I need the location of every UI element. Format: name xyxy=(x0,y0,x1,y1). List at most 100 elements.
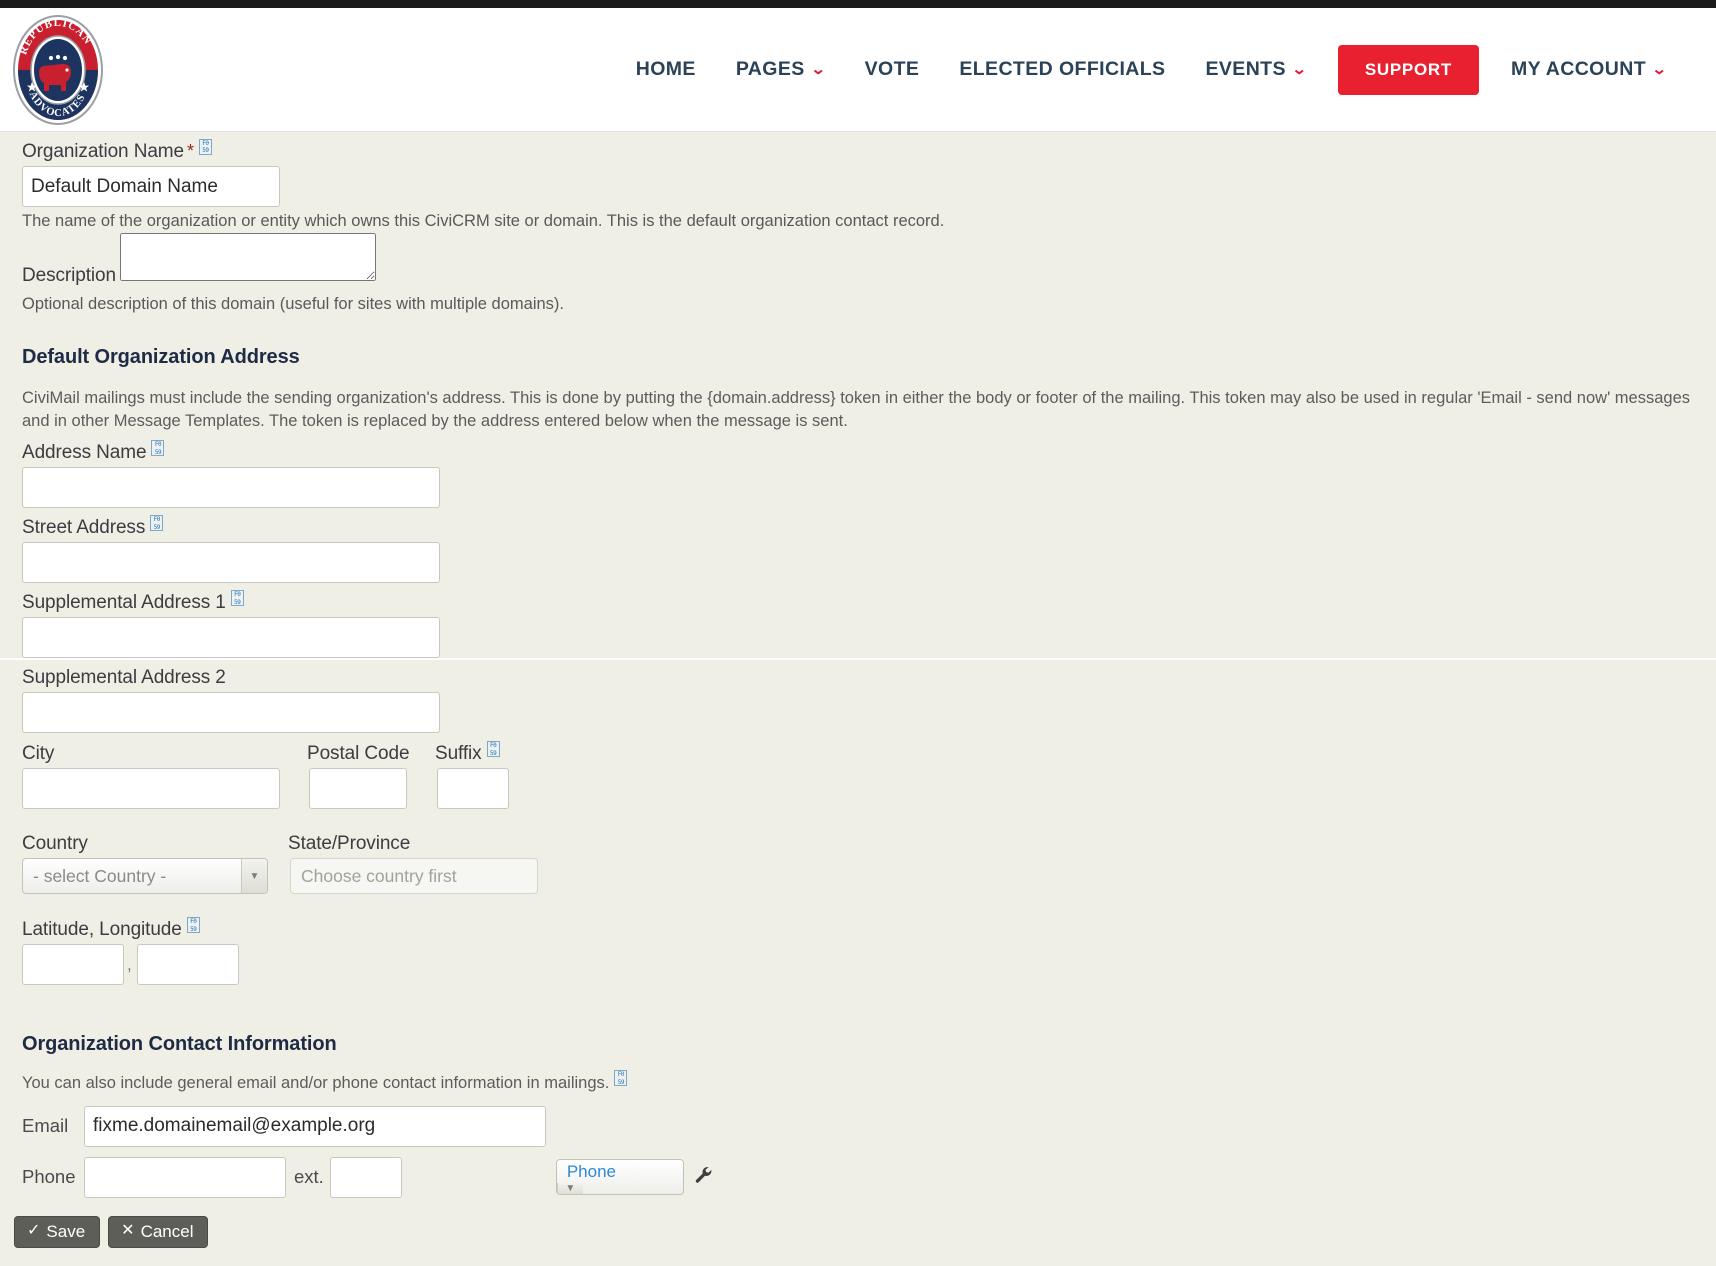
street-address-label: Street Address F0 59 xyxy=(14,509,164,542)
label-text: Address Name xyxy=(22,442,147,464)
nav-item-events[interactable]: EVENTS ⌄ xyxy=(1185,48,1325,91)
field-description: Description Optional description of this… xyxy=(14,232,1702,315)
nav-label: VOTE xyxy=(864,58,920,80)
description-label: Description xyxy=(22,265,116,287)
geo-inputs: , xyxy=(14,944,1702,986)
nav-label: MY ACCOUNT xyxy=(1510,58,1647,80)
organization-contact-information-heading: Organization Contact Information xyxy=(22,1033,337,1056)
organization-name-label: Organization Name * F0 59 xyxy=(14,133,212,166)
nav-item-home[interactable]: HOME xyxy=(616,48,716,91)
field-city: City xyxy=(14,737,301,810)
question-circle-icon[interactable]: F0 59 xyxy=(198,139,212,155)
phone-label: Phone xyxy=(22,1166,76,1188)
field-street-address: Street Address F0 59 xyxy=(14,508,1702,584)
field-postal-suffix: Suffix F0 59 xyxy=(429,735,509,810)
question-circle-icon[interactable]: F0 59 xyxy=(230,590,244,607)
postal-suffix-label: Suffix F0 59 xyxy=(429,735,509,768)
site-logo[interactable]: REPUBLICAN ADVOCATES xyxy=(12,14,104,126)
chevron-down-icon: ⌄ xyxy=(1291,61,1308,78)
chevron-down-icon: ⌄ xyxy=(810,61,827,78)
cancel-button-label: Cancel xyxy=(140,1221,194,1241)
nav-item-my-account[interactable]: MY ACCOUNT ⌄ xyxy=(1491,48,1686,91)
organization-name-help-text: The name of the organization or entity w… xyxy=(22,212,945,230)
chevron-down-icon: ⌄ xyxy=(1651,61,1668,78)
save-button[interactable]: ✓ Save xyxy=(14,1215,101,1248)
question-circle-icon[interactable]: F0 59 xyxy=(186,917,200,934)
phone-type-value: Phone xyxy=(566,1161,616,1181)
field-state-province: State/Province Choose country first xyxy=(282,827,538,895)
state-province-select[interactable]: Choose country first xyxy=(290,858,538,895)
phone-extension-input[interactable] xyxy=(329,1156,402,1198)
country-select-value: - select Country - xyxy=(33,865,167,886)
label-text: Organization Name xyxy=(22,141,184,162)
nav-item-pages[interactable]: PAGES ⌄ xyxy=(716,48,845,91)
postal-code-label: Postal Code xyxy=(307,743,410,765)
email-label: Email xyxy=(22,1115,69,1137)
longitude-input[interactable] xyxy=(136,944,239,986)
nav-label: EVENTS xyxy=(1205,58,1286,80)
contact-help-text: You can also include general email and/o… xyxy=(22,1074,610,1093)
question-circle-icon[interactable]: F0 59 xyxy=(150,515,164,532)
required-asterisk: * xyxy=(187,141,194,161)
street-address-input[interactable] xyxy=(22,542,440,584)
city-postal-suffix-row: City Postal Code Suffix F0 59 xyxy=(14,735,1702,810)
organization-name-input[interactable] xyxy=(22,166,280,207)
supplemental-address-1-label: Supplemental Address 1 F0 59 xyxy=(14,584,244,617)
field-latitude-longitude: Latitude, Longitude F0 59 , xyxy=(14,910,1702,986)
site-header: REPUBLICAN ADVOCATES HOME PAGES ⌄ VOTE E… xyxy=(0,8,1716,132)
label-text: Latitude, Longitude xyxy=(22,919,182,941)
field-country: Country - select Country - ▼ xyxy=(14,827,282,895)
latitude-longitude-label: Latitude, Longitude F0 59 xyxy=(14,911,200,944)
default-organization-address-heading: Default Organization Address xyxy=(22,345,300,368)
cancel-button[interactable]: ✕ Cancel xyxy=(108,1215,209,1248)
nav-label: ELECTED OFFICIALS xyxy=(959,58,1166,80)
nav-label: HOME xyxy=(635,58,696,80)
main-navigation: HOME PAGES ⌄ VOTE ELECTED OFFICIALS EVEN… xyxy=(616,44,1696,95)
form-actions: ✓ Save ✕ Cancel xyxy=(14,1198,1702,1248)
description-input[interactable] xyxy=(120,233,377,282)
question-circle-icon[interactable]: F0 59 xyxy=(486,741,500,758)
field-organization-name: Organization Name* F059 The name of the o… xyxy=(14,132,1702,232)
nav-item-elected-officials[interactable]: ELECTED OFFICIALS xyxy=(939,48,1185,91)
field-postal-code: Postal Code xyxy=(301,737,429,810)
country-state-row: Country - select Country - ▼ State/Provi… xyxy=(14,827,1702,895)
save-button-label: Save xyxy=(46,1221,86,1241)
chevron-down-icon: ▼ xyxy=(556,1183,583,1195)
phone-input[interactable] xyxy=(84,1156,286,1198)
check-icon: ✓ xyxy=(27,1222,41,1240)
description-help-text: Optional description of this domain (use… xyxy=(22,295,564,314)
support-button[interactable]: SUPPORT xyxy=(1337,44,1479,95)
phone-extension-label: ext. xyxy=(294,1166,324,1188)
supplemental-address-2-input[interactable] xyxy=(22,692,440,734)
field-supplemental-address-1: Supplemental Address 1 F0 59 xyxy=(14,583,1702,659)
wrench-icon[interactable] xyxy=(684,1165,714,1189)
postal-suffix-input[interactable] xyxy=(437,768,509,810)
address-name-input[interactable] xyxy=(22,467,440,509)
address-name-label: Address Name F0 59 xyxy=(14,434,165,467)
nav-label: PAGES xyxy=(735,58,805,80)
postal-code-input[interactable] xyxy=(309,768,407,810)
label-text: Supplemental Address 1 xyxy=(22,592,226,614)
geo-separator: , xyxy=(127,954,132,974)
top-black-strip xyxy=(0,0,1716,8)
email-input[interactable] xyxy=(84,1105,546,1147)
latitude-input[interactable] xyxy=(22,944,124,986)
field-email: Email xyxy=(14,1105,1702,1147)
address-section-help-text: CiviMail mailings must include the sendi… xyxy=(22,388,1690,430)
label-text: Suffix xyxy=(435,743,482,765)
supplemental-address-1-input[interactable] xyxy=(22,617,440,659)
state-province-label: State/Province xyxy=(288,833,411,855)
nav-item-vote[interactable]: VOTE xyxy=(845,48,940,91)
city-input[interactable] xyxy=(22,768,280,810)
close-icon: ✕ xyxy=(121,1222,135,1240)
phone-type-select[interactable]: Phone ▼ xyxy=(555,1159,684,1196)
question-circle-icon[interactable]: F0 59 xyxy=(614,1070,628,1087)
domain-settings-form: Organization Name* F059 The name of the o… xyxy=(0,132,1716,1266)
question-circle-icon[interactable]: F0 59 xyxy=(151,440,165,457)
field-phone: Phone ext. Phone ▼ xyxy=(14,1156,1702,1198)
field-address-name: Address Name F0 59 xyxy=(14,433,1702,509)
country-label: Country xyxy=(22,833,88,855)
country-select[interactable]: - select Country - ▼ xyxy=(22,858,268,895)
supplemental-address-2-label: Supplemental Address 2 xyxy=(22,667,226,689)
label-text: Street Address xyxy=(22,517,146,539)
